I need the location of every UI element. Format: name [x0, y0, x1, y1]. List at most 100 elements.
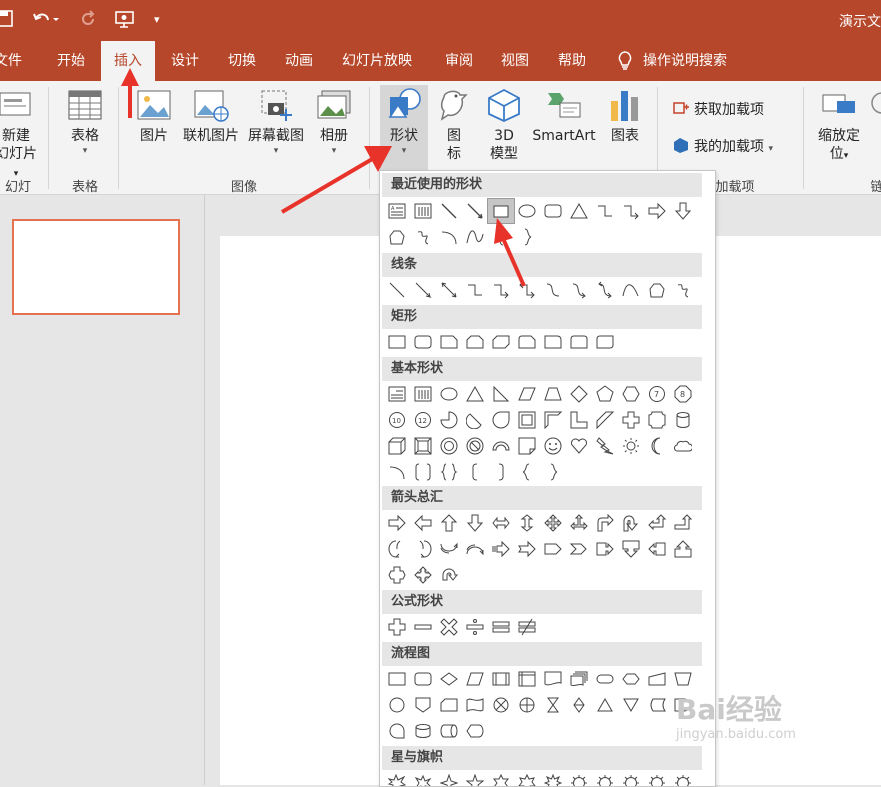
decagon-shape[interactable]: 10	[384, 408, 410, 432]
diamond-shape[interactable]	[566, 382, 592, 406]
customize-icon[interactable]: ▾	[154, 13, 160, 26]
right-bracket-shape[interactable]	[488, 460, 514, 484]
flowchart-predefined-process-shape[interactable]	[488, 667, 514, 691]
tab-review[interactable]: 审阅	[445, 41, 473, 81]
up-arrow-shape[interactable]	[436, 511, 462, 535]
flowchart-merge-shape[interactable]	[618, 693, 644, 717]
down-arrow-shape[interactable]	[670, 199, 696, 223]
arrow-line-shape[interactable]	[462, 199, 488, 223]
left-brace-shape[interactable]	[488, 225, 514, 249]
screenshot-button[interactable]: 屏幕截图 ▾	[245, 87, 307, 157]
striped-right-arrow-shape[interactable]	[488, 537, 514, 561]
chord-shape[interactable]	[462, 408, 488, 432]
tab-transitions[interactable]: 切换	[228, 41, 256, 81]
flowchart-punched-tape-shape[interactable]	[462, 693, 488, 717]
donut-shape[interactable]	[436, 434, 462, 458]
right-arrow-shape[interactable]	[644, 199, 670, 223]
flowchart-document-shape[interactable]	[540, 667, 566, 691]
vertical-text-box-shape[interactable]	[410, 382, 436, 406]
oval-shape[interactable]	[436, 382, 462, 406]
notched-right-arrow-shape[interactable]	[514, 537, 540, 561]
bent-arrow-shape[interactable]	[592, 511, 618, 535]
down-arrow-callout-shape[interactable]	[618, 537, 644, 561]
snip-round-rectangle-shape[interactable]	[514, 330, 540, 354]
curved-up-arrow-shape[interactable]	[436, 537, 462, 561]
right-brace-shape[interactable]	[540, 460, 566, 484]
diagonal-stripe-shape[interactable]	[592, 408, 618, 432]
bent-up-arrow-shape[interactable]	[670, 511, 696, 535]
flowchart-card-shape[interactable]	[436, 693, 462, 717]
plus-shape[interactable]	[384, 615, 410, 639]
can-shape[interactable]	[670, 408, 696, 432]
up-down-arrow-shape[interactable]	[514, 511, 540, 535]
heart-shape[interactable]	[566, 434, 592, 458]
save-icon[interactable]	[0, 10, 14, 32]
bevel-shape[interactable]	[410, 434, 436, 458]
triangle-shape[interactable]	[462, 382, 488, 406]
half-frame-shape[interactable]	[540, 408, 566, 432]
flowchart-display-shape[interactable]	[462, 719, 488, 743]
octagon-shape[interactable]: 8	[670, 382, 696, 406]
rounded-rectangle-shape[interactable]	[410, 330, 436, 354]
elbow-connector-shape[interactable]	[462, 278, 488, 302]
3d-model-button[interactable]: 3D 模型	[482, 87, 526, 163]
curved-double-arrow-shape[interactable]	[592, 278, 618, 302]
vertical-text-box-shape[interactable]	[410, 199, 436, 223]
right-triangle-shape[interactable]	[488, 382, 514, 406]
oval-shape[interactable]	[514, 199, 540, 223]
tab-home[interactable]: 开始	[57, 41, 85, 81]
picture-button[interactable]: 图片	[133, 87, 175, 145]
u-turn-arrow-shape[interactable]	[618, 511, 644, 535]
text-box-shape[interactable]	[384, 382, 410, 406]
arc-shape[interactable]	[436, 225, 462, 249]
flowchart-multidocument-shape[interactable]	[566, 667, 592, 691]
round-one-corner-rectangle-shape[interactable]	[540, 330, 566, 354]
flowchart-preparation-shape[interactable]	[618, 667, 644, 691]
rounded-rectangle-shape[interactable]	[540, 199, 566, 223]
trapezoid-shape[interactable]	[540, 382, 566, 406]
pie-shape[interactable]	[436, 408, 462, 432]
online-picture-button[interactable]: 联机图片	[180, 87, 242, 145]
curved-arrow-connector-shape[interactable]	[566, 278, 592, 302]
get-addins-button[interactable]: 获取加载项	[672, 99, 764, 119]
cloud-shape[interactable]	[670, 434, 696, 458]
curved-down-arrow-shape[interactable]	[462, 537, 488, 561]
curve-shape[interactable]	[462, 225, 488, 249]
line-shape[interactable]	[384, 278, 410, 302]
circular-arrow-shape[interactable]	[436, 563, 462, 587]
right-arrow-callout-shape[interactable]	[592, 537, 618, 561]
left-up-arrow-shape[interactable]	[644, 511, 670, 535]
heptagon-shape[interactable]: 7	[644, 382, 670, 406]
freeform-shape[interactable]	[384, 225, 410, 249]
tab-insert[interactable]: 插入	[101, 41, 155, 81]
elbow-arrow-connector-shape[interactable]	[488, 278, 514, 302]
tab-design[interactable]: 设计	[171, 41, 199, 81]
pentagon-arrow-shape[interactable]	[540, 537, 566, 561]
cube-shape[interactable]	[384, 434, 410, 458]
chevron-shape[interactable]	[566, 537, 592, 561]
flowchart-stored-data-shape[interactable]	[644, 693, 670, 717]
left-right-up-arrow-shape[interactable]	[566, 511, 592, 535]
elbow-arrow-connector-shape[interactable]	[618, 199, 644, 223]
quad-arrow-callout-shape[interactable]	[410, 563, 436, 587]
flowchart-sort-shape[interactable]	[566, 693, 592, 717]
scribble-shape[interactable]	[410, 225, 436, 249]
tab-file[interactable]: 文件	[0, 41, 22, 81]
presenter-icon[interactable]	[114, 10, 136, 32]
up-arrow-callout-shape[interactable]	[670, 537, 696, 561]
curved-right-arrow-shape[interactable]	[384, 537, 410, 561]
redo-icon[interactable]	[79, 10, 97, 32]
elbow-connector-shape[interactable]	[592, 199, 618, 223]
dodecagon-shape[interactable]: 12	[410, 408, 436, 432]
my-addins-button[interactable]: 我的加载项 ▾	[672, 136, 773, 158]
flowchart-alternate-process-shape[interactable]	[410, 667, 436, 691]
tell-me-search[interactable]: 操作说明搜索	[617, 41, 727, 81]
curve-shape[interactable]	[618, 278, 644, 302]
table-button[interactable]: 表格 ▾	[62, 87, 108, 157]
right-arrow-shape[interactable]	[384, 511, 410, 535]
flowchart-terminator-shape[interactable]	[592, 667, 618, 691]
double-brace-shape[interactable]	[436, 460, 462, 484]
not-equal-shape[interactable]	[514, 615, 540, 639]
smiley-face-shape[interactable]	[540, 434, 566, 458]
frame-shape[interactable]	[514, 408, 540, 432]
